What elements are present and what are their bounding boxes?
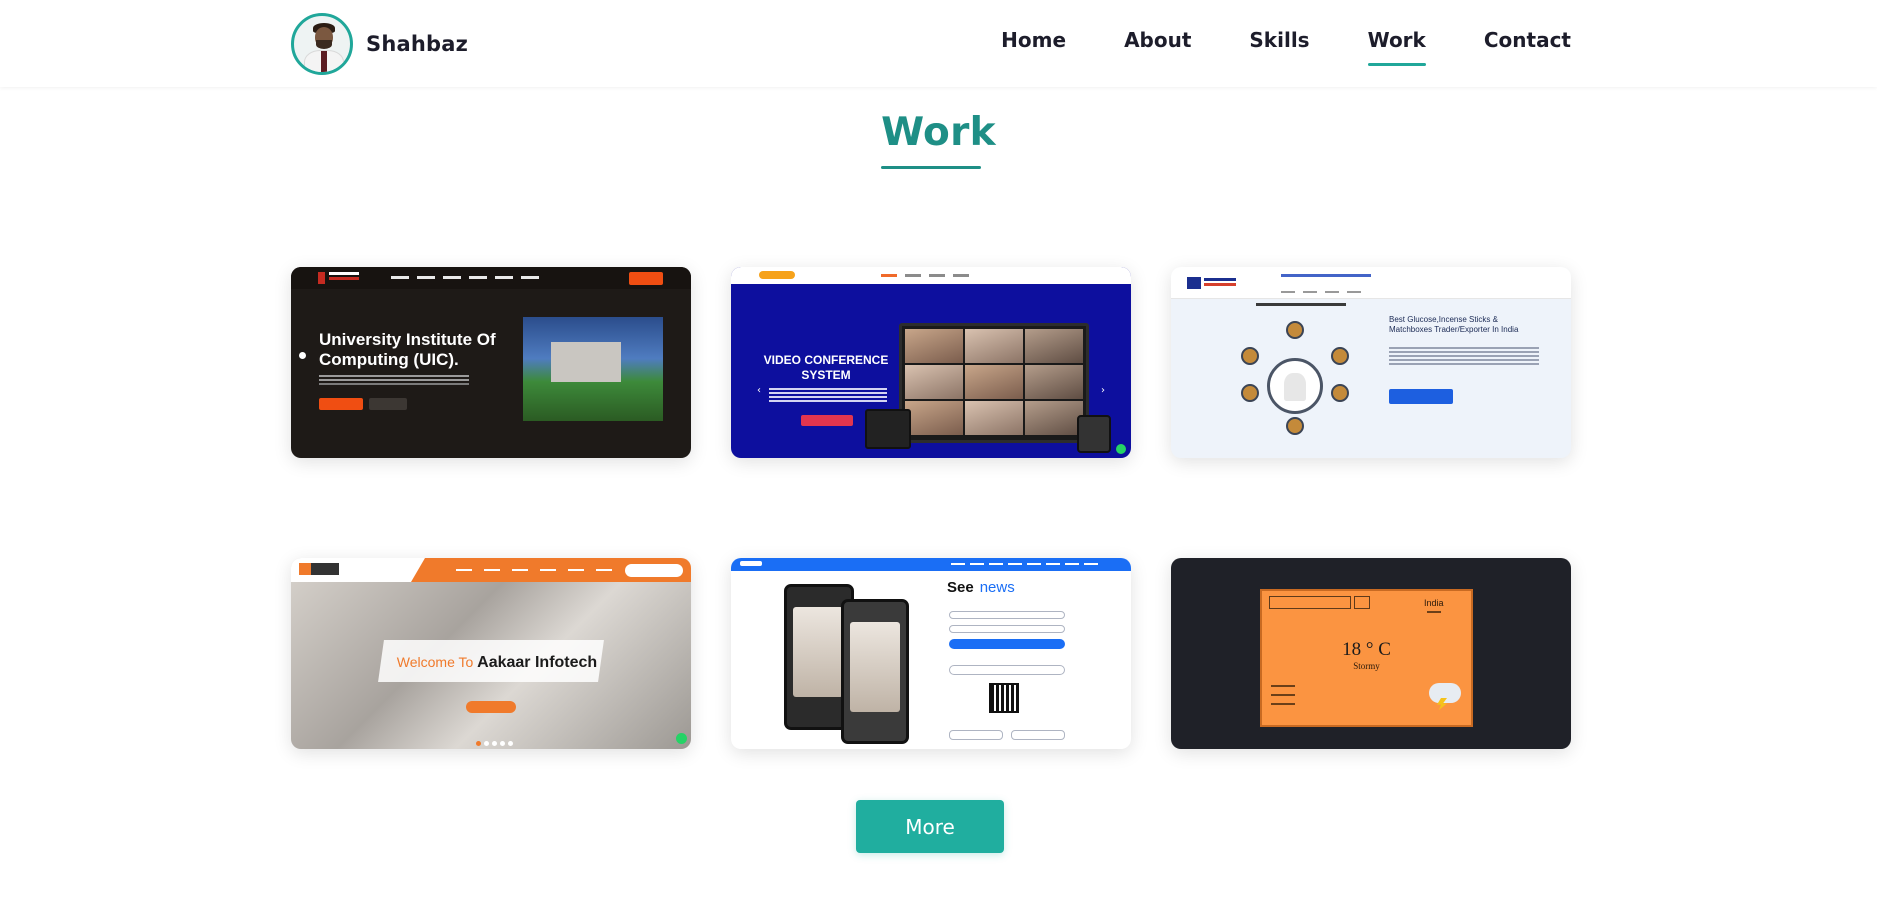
nav-work[interactable]: Work xyxy=(1367,28,1427,66)
qr-code-icon xyxy=(989,683,1019,713)
whatsapp-icon xyxy=(676,733,687,744)
logo-icon xyxy=(1187,277,1201,289)
main-nav: Home About Skills Work Contact xyxy=(943,28,1571,66)
project-card-weather[interactable]: India 18 ° C Stormy xyxy=(1171,558,1571,749)
nav-contact[interactable]: Contact xyxy=(1484,28,1571,52)
project-headline: University Institute Of Computing (UIC). xyxy=(319,330,496,369)
project-headline: See news xyxy=(947,579,1015,596)
slider-dots xyxy=(476,741,513,746)
project-card-aakaar-infotech[interactable]: Welcome To Aakaar Infotech xyxy=(291,558,691,749)
brand[interactable]: Shahbaz xyxy=(291,13,468,75)
chevron-left-icon: ‹ xyxy=(757,385,761,396)
chevron-right-icon: › xyxy=(1101,385,1105,396)
project-card-mytube[interactable]: See news xyxy=(731,558,1131,749)
project-card-nirmal-agencies[interactable]: Best Glucose,Incense Sticks & Matchboxes… xyxy=(1171,267,1571,458)
logo-icon xyxy=(740,561,762,566)
nav-home[interactable]: Home xyxy=(1001,28,1066,52)
product-wheel-graphic xyxy=(1267,358,1323,414)
project-headline: Best Glucose,Incense Sticks & Matchboxes… xyxy=(1389,315,1519,334)
weather-city: India xyxy=(1424,598,1444,608)
more-button[interactable]: More xyxy=(856,800,1004,853)
slider-dot xyxy=(299,352,306,359)
nav-about[interactable]: About xyxy=(1124,28,1191,52)
search-input-thumb xyxy=(1269,596,1351,609)
weather-temp: 18 ° C xyxy=(1342,639,1391,660)
logo-icon xyxy=(299,563,339,575)
nav-skills[interactable]: Skills xyxy=(1249,28,1309,52)
whatsapp-icon xyxy=(1116,444,1126,454)
logo-icon xyxy=(318,272,325,284)
brand-name[interactable]: Shahbaz xyxy=(366,32,468,56)
section-header: Work xyxy=(0,110,1877,155)
weather-desc: Stormy xyxy=(1353,661,1380,671)
phone-graphic xyxy=(841,599,909,744)
search-icon xyxy=(1354,596,1370,609)
section-title: Work xyxy=(881,110,996,155)
navbar: Shahbaz Home About Skills Work Contact xyxy=(0,0,1877,87)
project-card-video-conference[interactable]: VIDEO CONFERENCE SYSTEM ‹ › xyxy=(731,267,1131,458)
project-headline: Welcome To Aakaar Infotech xyxy=(396,654,598,671)
logo-icon xyxy=(759,271,795,279)
project-card-uic[interactable]: University Institute Of Computing (UIC). xyxy=(291,267,691,458)
avatar[interactable] xyxy=(291,13,353,75)
section-title-underline xyxy=(881,166,981,169)
project-headline: VIDEO CONFERENCE SYSTEM xyxy=(763,353,889,382)
screenshot-navbar xyxy=(1171,267,1571,299)
login-button-thumb xyxy=(629,272,663,285)
